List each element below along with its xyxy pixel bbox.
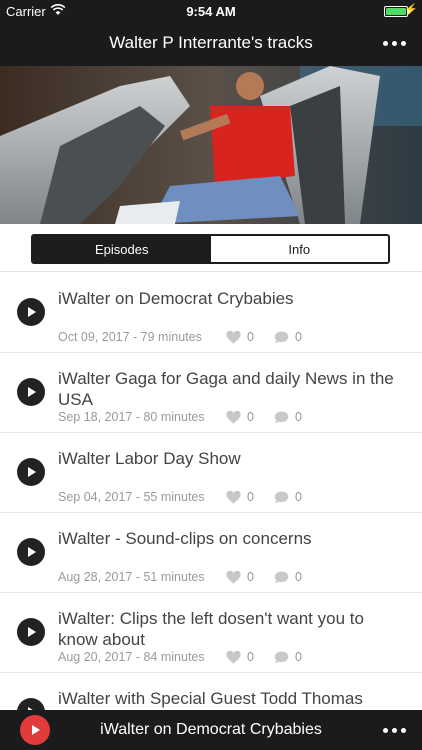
comment-icon (274, 571, 289, 584)
heart-icon (226, 490, 241, 504)
heart-icon (226, 410, 241, 424)
heart-icon (226, 650, 241, 664)
comments-count: 0 (295, 490, 302, 504)
cover-photo (0, 66, 422, 224)
heart-icon (226, 570, 241, 584)
comments[interactable]: 0 (274, 410, 302, 424)
more-dots-icon[interactable] (378, 30, 410, 56)
episode-title: iWalter: Clips the left dosen't want you… (58, 609, 364, 649)
heart-icon (226, 330, 241, 344)
charging-icon: ⚡ (404, 4, 418, 16)
list-item[interactable]: iWalter Labor Day Show Sep 04, 2017 - 55… (0, 433, 422, 513)
episode-meta: Aug 20, 2017 - 84 minutes (58, 650, 205, 664)
clock: 9:54 AM (186, 4, 236, 19)
comments-count: 0 (295, 330, 302, 344)
segment-bar: Episodes Info (0, 224, 422, 272)
comments-count: 0 (295, 410, 302, 424)
episode-title: iWalter with Special Guest Todd Thomas (58, 689, 363, 708)
episode-title: iWalter Labor Day Show (58, 449, 241, 468)
likes-count: 0 (247, 490, 254, 504)
comment-icon (274, 411, 289, 424)
likes-count: 0 (247, 410, 254, 424)
likes[interactable]: 0 (226, 650, 254, 664)
tab-episodes[interactable]: Episodes (33, 236, 211, 262)
comments-count: 0 (295, 570, 302, 584)
comments[interactable]: 0 (274, 570, 302, 584)
episode-meta: Sep 04, 2017 - 55 minutes (58, 490, 205, 504)
list-item[interactable]: iWalter on Democrat Crybabies Oct 09, 20… (0, 273, 422, 353)
page-title: Walter P Interrante's tracks (109, 33, 313, 52)
comment-icon (274, 651, 289, 664)
play-icon[interactable] (17, 538, 45, 566)
play-icon[interactable] (17, 298, 45, 326)
episode-meta: Oct 09, 2017 - 79 minutes (58, 330, 202, 344)
comment-icon (274, 491, 289, 504)
episode-title: iWalter on Democrat Crybabies (58, 289, 294, 308)
tab-info[interactable]: Info (210, 236, 388, 262)
likes-count: 0 (247, 650, 254, 664)
likes-count: 0 (247, 570, 254, 584)
list-item[interactable]: iWalter: Clips the left dosen't want you… (0, 593, 422, 673)
nav-bar: Walter P Interrante's tracks (0, 22, 422, 66)
play-icon[interactable] (17, 378, 45, 406)
comments-count: 0 (295, 650, 302, 664)
comments[interactable]: 0 (274, 330, 302, 344)
segmented-control: Episodes Info (31, 234, 390, 264)
mini-player[interactable]: iWalter on Democrat Crybabies (0, 710, 422, 750)
likes-count: 0 (247, 330, 254, 344)
comments[interactable]: 0 (274, 650, 302, 664)
episode-title: iWalter Gaga for Gaga and daily News in … (58, 369, 394, 409)
battery-level (386, 8, 406, 15)
episode-list: iWalter on Democrat Crybabies Oct 09, 20… (0, 273, 422, 710)
list-item[interactable]: iWalter Gaga for Gaga and daily News in … (0, 353, 422, 433)
list-item[interactable]: iWalter - Sound-clips on concerns Aug 28… (0, 513, 422, 593)
comment-icon (274, 331, 289, 344)
play-icon[interactable] (17, 618, 45, 646)
likes[interactable]: 0 (226, 570, 254, 584)
play-icon[interactable] (17, 698, 45, 710)
likes[interactable]: 0 (226, 410, 254, 424)
likes[interactable]: 0 (226, 330, 254, 344)
episode-title: iWalter - Sound-clips on concerns (58, 529, 312, 548)
episode-meta: Sep 18, 2017 - 80 minutes (58, 410, 205, 424)
likes[interactable]: 0 (226, 490, 254, 504)
play-icon[interactable] (17, 458, 45, 486)
episode-meta: Aug 28, 2017 - 51 minutes (58, 570, 205, 584)
status-bar: Carrier 9:54 AM ⚡ (0, 0, 422, 22)
list-item[interactable]: iWalter with Special Guest Todd Thomas (0, 673, 422, 710)
now-playing-title: iWalter on Democrat Crybabies (100, 721, 322, 738)
comments[interactable]: 0 (274, 490, 302, 504)
more-dots-icon[interactable] (378, 718, 410, 742)
